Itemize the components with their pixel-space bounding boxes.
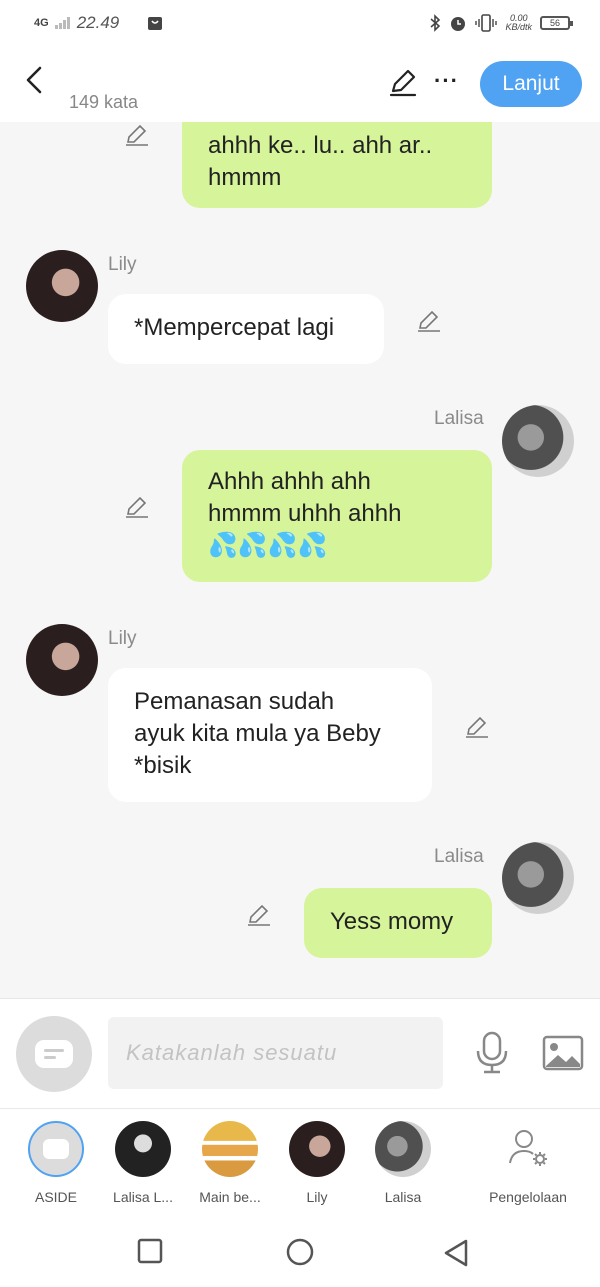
message-input[interactable]: Katakanlah sesuatu — [108, 1017, 443, 1089]
message-bubble[interactable]: Yess momy — [304, 888, 492, 958]
tab-label: Lalisa L... — [113, 1189, 173, 1205]
speed-unit: KB/dtk — [505, 22, 532, 32]
tab-label: Main be... — [199, 1189, 261, 1205]
tab-label: Lily — [306, 1189, 328, 1205]
word-count: 149 kata — [69, 92, 139, 112]
network-speed: 0.00 KB/dtk — [505, 14, 532, 32]
tab-lalisa-l[interactable]: Lalisa L... — [93, 1121, 193, 1205]
mic-icon[interactable] — [474, 1031, 510, 1075]
sender-name: Lily — [108, 628, 137, 649]
battery-indicator: 56 — [540, 16, 573, 30]
pencil-icon[interactable] — [246, 902, 272, 928]
message-line: Yess momy — [330, 908, 454, 935]
triangle-back-icon[interactable] — [442, 1238, 470, 1268]
bluetooth-icon — [430, 14, 441, 32]
message-line: ahhh ke.. lu.. ahh ar.. — [208, 132, 433, 159]
tab-pengelolaan[interactable]: Pengelolaan — [478, 1121, 578, 1205]
tab-aside[interactable]: ASIDE — [6, 1121, 106, 1205]
message-line: Ahhh ahhh ahh — [208, 468, 371, 495]
shopping-bag-icon — [148, 17, 163, 30]
tab-lily[interactable]: Lily — [267, 1121, 367, 1205]
avatar[interactable] — [26, 624, 98, 696]
network-indicator: 4G — [34, 17, 49, 29]
edit-icon[interactable] — [388, 68, 418, 98]
avatar — [375, 1121, 431, 1177]
message-bubble[interactable]: ahhh ke.. lu.. ahh ar.. hmmm — [182, 122, 492, 208]
avatar — [289, 1121, 345, 1177]
message-line: hmmm — [208, 164, 282, 191]
message-line: *bisik — [134, 752, 192, 779]
sender-name: Lalisa — [434, 846, 484, 867]
message-bubble[interactable]: Ahhh ahhh ahh hmmm uhhh ahhh 💦💦💦💦 — [182, 450, 492, 582]
square-icon[interactable] — [137, 1238, 163, 1264]
tab-lalisa[interactable]: Lalisa — [353, 1121, 453, 1205]
pencil-icon[interactable] — [124, 122, 150, 148]
tab-label: Pengelolaan — [489, 1189, 567, 1205]
input-bar: Katakanlah sesuatu — [0, 998, 600, 1108]
tab-label: Lalisa — [384, 1189, 422, 1205]
image-icon[interactable] — [542, 1035, 584, 1071]
message-bubble[interactable]: *Mempercepat lagi — [108, 294, 384, 364]
signal-icon — [54, 17, 70, 29]
aside-button[interactable] — [16, 1016, 92, 1092]
avatar — [202, 1121, 258, 1177]
vibrate-icon — [475, 14, 498, 32]
message-line: Pemanasan sudah — [134, 688, 335, 715]
alarm-icon — [451, 17, 466, 31]
avatar[interactable] — [26, 250, 98, 322]
message-bubble[interactable]: Pemanasan sudah ayuk kita mula ya Beby *… — [108, 668, 432, 802]
avatar[interactable] — [502, 405, 574, 477]
status-bar: 4G 22.49 0.00 KB/dtk 56 — [0, 0, 600, 46]
clock: 22.49 — [76, 13, 120, 32]
sender-name: Lily — [108, 254, 137, 275]
aside-icon — [35, 1040, 73, 1068]
message-line: 💦💦💦💦 — [208, 532, 328, 559]
pencil-icon[interactable] — [124, 494, 150, 520]
message-line: ayuk kita mula ya Beby — [134, 720, 381, 747]
sender-name: Lalisa — [434, 408, 484, 429]
avatar[interactable] — [502, 842, 574, 914]
pencil-icon[interactable] — [416, 308, 442, 334]
aside-tab-icon — [28, 1121, 84, 1177]
system-nav-bar — [0, 1216, 600, 1287]
tab-main-be[interactable]: Main be... — [180, 1121, 280, 1205]
message-line: hmmm uhhh ahhh — [208, 500, 402, 527]
next-button[interactable]: Lanjut — [480, 61, 582, 107]
avatar — [115, 1121, 171, 1177]
tab-label: ASIDE — [34, 1189, 77, 1205]
back-icon[interactable] — [20, 64, 48, 96]
message-line: *Mempercepat lagi — [134, 314, 335, 341]
pencil-icon[interactable] — [464, 714, 490, 740]
chat-area[interactable]: ahhh ke.. lu.. ahh ar.. hmmm Lily *Mempe… — [0, 122, 600, 998]
circle-icon[interactable] — [285, 1238, 315, 1268]
more-icon[interactable]: ··· — [434, 68, 459, 94]
app-header: 149 kata ··· Lanjut — [0, 46, 600, 122]
character-tabs: ASIDE Lalisa L... Main be... Lily Lalisa… — [0, 1108, 600, 1216]
settings-person-icon — [500, 1121, 556, 1177]
